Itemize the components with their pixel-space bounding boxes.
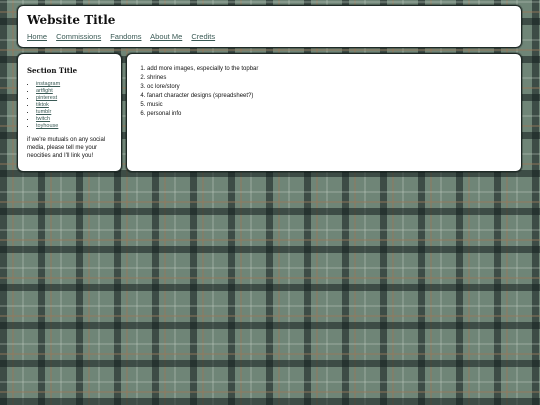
nav-link-fandoms[interactable]: Fandoms — [110, 32, 141, 41]
nav-link-commissions[interactable]: Commissions — [56, 32, 101, 41]
list-item: pinterest — [36, 95, 112, 102]
sidebar-note: if we're mutuals on any social media, pl… — [27, 137, 106, 159]
list-item: shrines — [147, 74, 511, 83]
nav-link-about-me[interactable]: About Me — [150, 32, 182, 41]
social-link-tiktok[interactable]: tiktok — [36, 102, 49, 108]
list-item: tumblr — [36, 109, 112, 116]
list-item: fanart character designs (spreadsheet?) — [147, 92, 511, 101]
sidebar-heading: Section Title — [27, 66, 78, 75]
social-link-instagram[interactable]: instagram — [36, 81, 60, 87]
header-panel: Website Title Home Commissions Fandoms A… — [17, 5, 522, 48]
sidebar-panel: Section Title instagram artfight pintere… — [17, 53, 122, 172]
list-item: artfight — [36, 88, 112, 95]
social-links-list: instagram artfight pinterest tiktok tumb… — [27, 81, 112, 130]
list-item: toyhouse — [36, 123, 112, 130]
social-link-pinterest[interactable]: pinterest — [36, 95, 57, 101]
nav-link-home[interactable]: Home — [27, 32, 47, 41]
social-link-artfight[interactable]: artfight — [36, 88, 53, 94]
top-nav: Home Commissions Fandoms About Me Credit… — [27, 32, 512, 42]
list-item: tiktok — [36, 102, 112, 109]
list-item: twitch — [36, 116, 112, 123]
list-item: oc lore/story — [147, 83, 511, 92]
social-link-twitch[interactable]: twitch — [36, 116, 50, 122]
list-item: personal info — [147, 110, 511, 119]
list-item: add more images, especially to the topba… — [147, 65, 511, 74]
todo-list: add more images, especially to the topba… — [137, 65, 511, 119]
list-item: music — [147, 101, 511, 110]
nav-link-credits[interactable]: Credits — [191, 32, 215, 41]
social-link-toyhouse[interactable]: toyhouse — [36, 123, 58, 129]
site-title: Website Title — [27, 13, 116, 27]
social-link-tumblr[interactable]: tumblr — [36, 109, 51, 115]
main-panel: add more images, especially to the topba… — [126, 53, 522, 172]
list-item: instagram — [36, 81, 112, 88]
